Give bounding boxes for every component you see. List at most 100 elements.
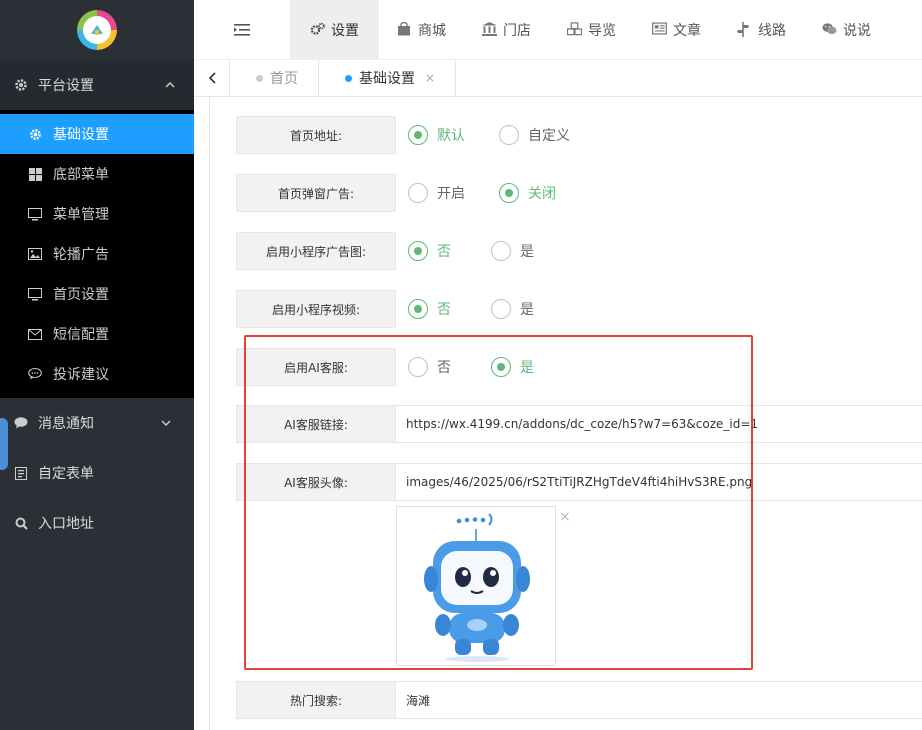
field-label: 启用小程序广告图: [236,232,396,270]
form-row-popup-ad: 首页弹窗广告: 开启 关闭 [236,174,578,212]
sidebar-item-label: 菜单管理 [53,207,109,223]
sidebar-item-label: 短信配置 [53,327,109,343]
radio-label: 否 [437,244,451,260]
sidebar-item-basic-settings[interactable]: 基础设置 [0,114,194,154]
comment-icon [28,367,42,381]
radio-label: 自定义 [528,128,570,144]
sidebar-submenu: 基础设置 底部菜单 菜单管理 轮播广告 首页设置 短信配置 投诉建议 [0,110,194,398]
field-label: 热门搜索: [236,681,396,719]
sidebar-item-carousel-ads[interactable]: 轮播广告 [0,234,194,274]
envelope-icon [28,327,42,341]
radio-label: 是 [520,244,534,260]
sidebar-group-platform-settings[interactable]: 平台设置 [0,60,194,110]
tab-home[interactable]: 首页 [230,60,319,96]
sidebar-item-label: 基础设置 [53,127,109,143]
topnav-label: 线路 [758,22,786,39]
topnav-guide[interactable]: 导览 [549,0,634,59]
form-row-mini-ad: 启用小程序广告图: 否 是 [236,232,556,270]
radio-home-url-default[interactable]: 默认 [408,125,465,145]
tab-close-icon[interactable]: × [425,71,435,85]
remove-avatar-icon[interactable]: × [559,509,571,525]
ai-link-input[interactable]: https://wx.4199.cn/addons/dc_coze/h5?w7=… [396,405,922,443]
chevron-up-icon [165,81,175,88]
sidebar: 平台设置 基础设置 底部菜单 菜单管理 轮播广告 首页设置 短信配置 投诉建议 … [0,0,194,730]
tab-dot [345,74,352,82]
field-label: AI客服头像: [236,463,396,501]
sidebar-item-menu-management[interactable]: 菜单管理 [0,194,194,234]
ai-avatar-input[interactable]: images/46/2025/06/rS2TtiTiJRZHgTdeV4fti4… [396,463,922,501]
sidebar-group-label: 消息通知 [38,416,94,432]
topnav-label: 文章 [673,22,701,39]
sidebar-item-sms-config[interactable]: 短信配置 [0,314,194,354]
field-label: 首页地址: [236,116,396,154]
wechat-icon [822,22,837,37]
sidebar-item-label: 底部菜单 [53,167,109,183]
sidebar-item-bottom-menu[interactable]: 底部菜单 [0,154,194,194]
radio-mini-ad-no[interactable]: 否 [408,241,451,261]
gear-icon [14,78,28,92]
sidebar-group-custom-forms[interactable]: 自定表单 [0,448,194,498]
monitor-icon [28,207,42,221]
radio-mini-ad-yes[interactable]: 是 [491,241,534,261]
radio-circle [499,183,519,203]
sidebar-item-label: 轮播广告 [53,247,109,263]
radio-home-url-custom[interactable]: 自定义 [499,125,570,145]
topnav-articles[interactable]: 文章 [634,0,719,59]
radio-circle [499,125,519,145]
radio-circle [491,241,511,261]
radio-ai-service-yes[interactable]: 是 [491,357,534,377]
logo[interactable] [77,10,117,50]
tabs-back-button[interactable] [194,60,230,96]
floating-side-tab[interactable] [0,418,8,470]
topnav-routes[interactable]: 线路 [719,0,804,59]
logo-area [0,0,194,60]
radio-label: 是 [520,302,534,318]
form-row-mini-video: 启用小程序视频: 否 是 [236,290,556,328]
ai-avatar-preview [396,506,556,666]
tab-basic-settings[interactable]: 基础设置 × [319,60,457,96]
monitor-icon [28,287,42,301]
topnav-stores[interactable]: 门店 [464,0,549,59]
sidebar-item-label: 投诉建议 [53,367,109,383]
sidebar-group-label: 自定表单 [38,466,94,482]
tab-label: 首页 [270,71,298,87]
radio-label: 是 [520,360,534,376]
radio-circle [408,299,428,319]
sidebar-item-complaints[interactable]: 投诉建议 [0,354,194,394]
topnav-mall[interactable]: 商城 [379,0,464,59]
page-tabs: 首页 基础设置 × [194,60,922,97]
sidebar-group-entry-url[interactable]: 入口地址 [0,498,194,548]
radio-circle [491,299,511,319]
field-label: 首页弹窗广告: [236,174,396,212]
form-row-ai-avatar: AI客服头像: images/46/2025/06/rS2TtiTiJRZHgT… [236,463,922,501]
hot-search-input[interactable]: 海滩 [396,681,922,719]
topnav-moments[interactable]: 说说 [804,0,889,59]
grid-icon [28,167,42,181]
radio-label: 开启 [437,186,465,202]
topnav-label: 设置 [331,22,359,39]
radio-label: 否 [437,360,451,376]
topnav-settings[interactable]: 设置 [290,0,379,59]
form-row-hot-search: 热门搜索: 海滩 [236,681,922,719]
gear-icon [28,127,42,141]
cubes-icon [567,22,582,37]
radio-popup-ad-on[interactable]: 开启 [408,183,465,203]
sidebar-group-notifications[interactable]: 消息通知 [0,398,194,448]
radio-label: 否 [437,302,451,318]
sidebar-item-label: 首页设置 [53,287,109,303]
gears-icon [310,22,325,37]
radio-mini-video-yes[interactable]: 是 [491,299,534,319]
radio-popup-ad-off[interactable]: 关闭 [499,183,556,203]
form-row-home-url: 首页地址: 默认 自定义 [236,116,592,154]
field-label: AI客服链接: [236,405,396,443]
radio-mini-video-no[interactable]: 否 [408,299,451,319]
chevron-left-icon [208,72,216,84]
shopping-bag-icon [397,22,412,37]
route-icon [737,22,752,37]
sidebar-toggle-button[interactable] [194,0,290,59]
sidebar-item-home-settings[interactable]: 首页设置 [0,274,194,314]
form-row-ai-link: AI客服链接: https://wx.4199.cn/addons/dc_coz… [236,405,922,443]
chevron-down-icon [161,420,171,427]
topnav-label: 导览 [588,22,616,39]
radio-ai-service-no[interactable]: 否 [408,357,451,377]
